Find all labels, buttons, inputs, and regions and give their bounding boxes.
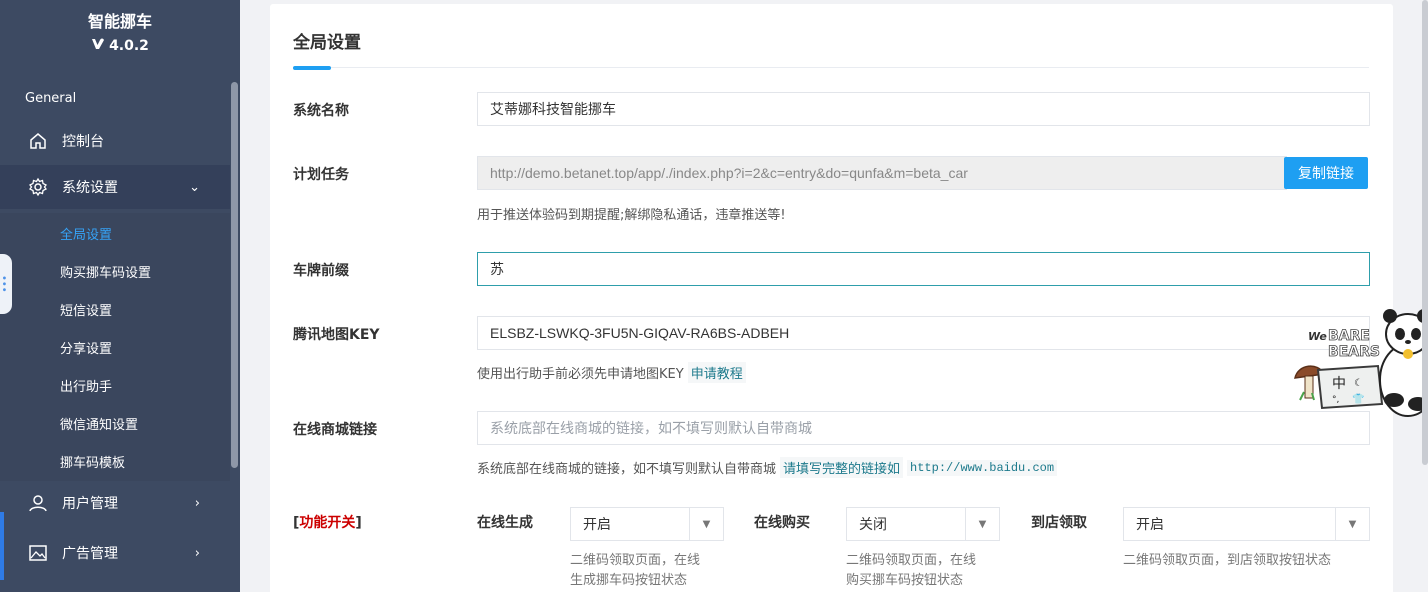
map-key-input[interactable]: ELSBZ-LSWKQ-3FU5N-GIQAV-RA6BS-ADBEH: [477, 316, 1370, 350]
sidebar-item-label: 系统设置: [62, 180, 118, 196]
settings-submenu: 全局设置 购买挪车码设置 短信设置 分享设置 出行助手 微信通知设置 挪车码模板: [0, 213, 230, 481]
help-line: 二维码领取页面，到店领取按钮状态: [1123, 553, 1332, 568]
chevron-right-icon: ›: [194, 545, 200, 561]
version-number: 4.0.2: [109, 38, 149, 54]
submenu-item-wechat[interactable]: 微信通知设置: [60, 414, 138, 433]
page-scrollbar[interactable]: [1422, 0, 1428, 465]
svg-text:°,: °,: [1332, 395, 1339, 405]
caret-down-icon: ▼: [1335, 508, 1369, 540]
chevron-right-icon: ›: [194, 495, 200, 511]
feature-switch-label: [功能开关]: [293, 512, 362, 532]
sidebar-item-ads[interactable]: 广告管理 ›: [0, 531, 230, 575]
sidebar-item-dashboard[interactable]: 控制台: [0, 119, 230, 163]
svg-text:👕: 👕: [1352, 393, 1364, 405]
submenu-item-global[interactable]: 全局设置: [60, 224, 112, 243]
gear-icon: [28, 177, 48, 197]
online-generate-select[interactable]: 开启 ▼: [570, 507, 724, 541]
title-underline: [293, 66, 331, 70]
sidebar-item-label: 广告管理: [62, 546, 118, 562]
sidebar-scrollbar[interactable]: [231, 82, 238, 468]
dots-icon: •••: [0, 275, 9, 293]
chevron-down-icon: ⌄: [189, 179, 200, 195]
version-label: 4.0.2: [0, 38, 240, 54]
select-value: 关闭: [859, 517, 887, 533]
submenu-item-share[interactable]: 分享设置: [60, 338, 112, 357]
store-pickup-label: 到店领取: [1031, 515, 1087, 531]
user-icon: [28, 493, 48, 513]
store-pickup-help: 二维码领取页面，到店领取按钮状态: [1123, 551, 1331, 571]
help-line: 生成挪车码按钮状态: [570, 573, 688, 588]
online-generate-help: 二维码领取页面，在线 生成挪车码按钮状态: [570, 551, 700, 591]
copy-link-button[interactable]: 复制链接: [1284, 157, 1368, 189]
home-icon: [28, 131, 48, 151]
cron-url-input[interactable]: http://demo.betanet.top/app/./index.php?…: [477, 156, 1287, 190]
example-url: http://www.baidu.com: [907, 459, 1058, 476]
page-title: 全局设置: [293, 33, 361, 53]
shop-link-input[interactable]: 系统底部在线商城的链接，如不填写则默认自带商城: [477, 411, 1370, 445]
caret-down-icon: ▼: [965, 508, 999, 540]
submenu-item-template[interactable]: 挪车码模板: [60, 452, 125, 471]
sidebar-item-label: 用户管理: [62, 496, 118, 512]
ime-mascot-widget[interactable]: 中 ☾ °, 👕 We BARE BEARS: [1290, 300, 1428, 418]
settings-card: 全局设置 系统名称 艾蒂娜科技智能挪车 计划任务 http://demo.bet…: [270, 4, 1393, 592]
plate-prefix-input[interactable]: 苏: [477, 252, 1370, 286]
map-key-help-text: 使用出行助手前必须先申请地图KEY 申请教程: [477, 362, 746, 383]
select-value: 开启: [583, 517, 611, 533]
brand: 智能挪车 4.0.2: [0, 0, 240, 54]
shop-link-label: 在线商城链接: [293, 422, 377, 438]
image-icon: [28, 543, 48, 563]
submenu-item-travel[interactable]: 出行助手: [60, 376, 112, 395]
system-name-label: 系统名称: [293, 103, 349, 119]
shop-link-help-text: 系统底部在线商城的链接，如不填写则默认自带商城 请填写完整的链接如 http:/…: [477, 457, 1058, 478]
online-buy-help: 二维码领取页面，在线 购买挪车码按钮状态: [846, 551, 976, 591]
apply-tutorial-link[interactable]: 申请教程: [687, 362, 746, 383]
cron-help: 用于推送体验码到期提醒;解绑隐私通话，违章推送等!: [477, 208, 786, 223]
active-edge-marker: [0, 512, 4, 580]
bracket-close: ]: [355, 515, 362, 531]
feature-switch-text: 功能开关: [299, 515, 356, 531]
plate-prefix-label: 车牌前缀: [293, 263, 349, 279]
submenu-item-sms[interactable]: 短信设置: [60, 300, 112, 319]
system-name-input[interactable]: 艾蒂娜科技智能挪车: [477, 92, 1370, 126]
online-buy-select[interactable]: 关闭 ▼: [846, 507, 1000, 541]
title-divider: [293, 67, 1369, 68]
cron-help-text: 用于推送体验码到期提醒;解绑隐私通话，违章推送等!: [477, 204, 786, 223]
sidebar: 智能挪车 4.0.2 General 控制台 系统设置 ⌄ 全局设置 购买挪车码…: [0, 0, 240, 592]
map-key-help: 使用出行助手前必须先申请地图KEY: [477, 367, 684, 382]
submenu-item-buy-code[interactable]: 购买挪车码设置: [60, 262, 151, 281]
sidebar-item-users[interactable]: 用户管理 ›: [0, 481, 230, 525]
select-value: 开启: [1136, 517, 1164, 533]
shop-link-hint: 请填写完整的链接如: [780, 457, 904, 478]
help-line: 购买挪车码按钮状态: [846, 573, 964, 588]
app-title: 智能挪车: [87, 12, 152, 31]
caret-down-icon: ▼: [689, 508, 723, 540]
help-line: 二维码领取页面，在线: [846, 553, 977, 568]
online-buy-label: 在线购买: [754, 515, 810, 531]
sidebar-item-label: 控制台: [62, 134, 104, 150]
svg-text:☾: ☾: [1354, 378, 1363, 389]
svg-text:BARE: BARE: [1328, 328, 1370, 344]
shop-link-help: 系统底部在线商城的链接，如不填写则默认自带商城: [477, 462, 777, 477]
nav-section-label: General: [25, 91, 77, 106]
svg-text:We: We: [1308, 330, 1327, 343]
side-handle[interactable]: •••: [0, 254, 12, 314]
vendor-logo-icon: [91, 38, 105, 54]
map-key-label: 腾讯地图KEY: [293, 327, 380, 343]
sidebar-item-system-settings[interactable]: 系统设置 ⌄: [0, 165, 230, 209]
svg-text:BEARS: BEARS: [1328, 344, 1380, 360]
cron-label: 计划任务: [293, 167, 349, 183]
svg-text:中: 中: [1332, 376, 1346, 392]
store-pickup-select[interactable]: 开启 ▼: [1123, 507, 1370, 541]
help-line: 二维码领取页面，在线: [570, 553, 701, 568]
online-generate-label: 在线生成: [477, 515, 533, 531]
